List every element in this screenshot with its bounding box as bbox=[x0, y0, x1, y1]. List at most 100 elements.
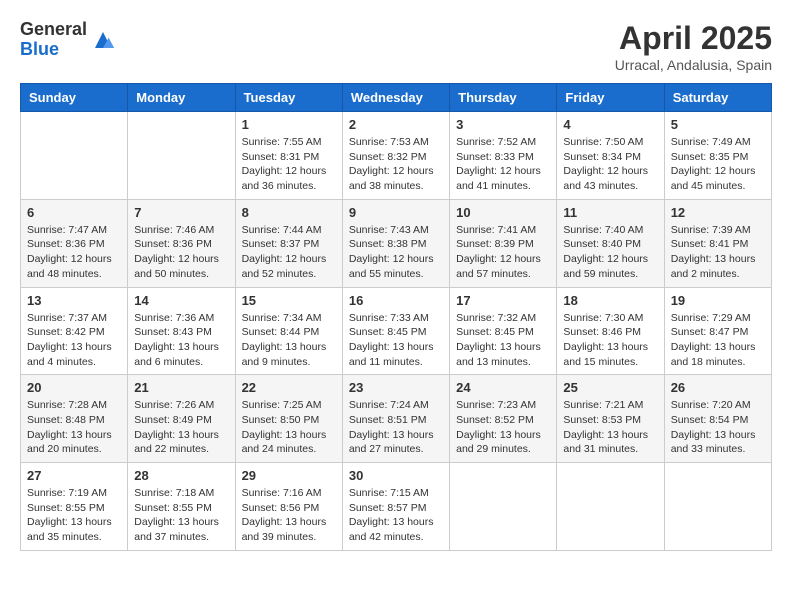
calendar-cell: 23Sunrise: 7:24 AM Sunset: 8:51 PM Dayli… bbox=[342, 375, 449, 463]
calendar-cell: 25Sunrise: 7:21 AM Sunset: 8:53 PM Dayli… bbox=[557, 375, 664, 463]
calendar-week-3: 13 Sunrise: 7:37 AM Sunset: 8:42 PM Dayli… bbox=[21, 287, 772, 375]
day-info: Sunrise: 7:47 AM Sunset: 8:36 PM Dayligh… bbox=[27, 223, 121, 282]
calendar-cell: 2 Sunrise: 7:53 AM Sunset: 8:32 PM Daylig… bbox=[342, 112, 449, 200]
calendar-cell: 11 Sunrise: 7:40 AM Sunset: 8:40 PM Dayli… bbox=[557, 199, 664, 287]
day-info: Sunrise: 7:49 AM Sunset: 8:35 PM Dayligh… bbox=[671, 135, 765, 194]
calendar-cell: 29 Sunrise: 7:16 AM Sunset: 8:56 PM Dayli… bbox=[235, 463, 342, 551]
calendar-cell: 16 Sunrise: 7:33 AM Sunset: 8:45 PM Dayli… bbox=[342, 287, 449, 375]
day-number: 4 bbox=[563, 117, 657, 132]
logo-icon bbox=[91, 28, 115, 52]
location: Urracal, Andalusia, Spain bbox=[615, 57, 772, 73]
day-info: Sunrise: 7:34 AM Sunset: 8:44 PM Dayligh… bbox=[242, 311, 336, 370]
calendar-cell: 15 Sunrise: 7:34 AM Sunset: 8:44 PM Dayli… bbox=[235, 287, 342, 375]
calendar-header-row: SundayMondayTuesdayWednesdayThursdayFrid… bbox=[21, 84, 772, 112]
calendar-cell bbox=[664, 463, 771, 551]
day-number: 2 bbox=[349, 117, 443, 132]
weekday-header-thursday: Thursday bbox=[450, 84, 557, 112]
day-info: Sunrise: 7:21 AM Sunset: 8:53 PM Dayligh… bbox=[563, 398, 657, 457]
calendar-cell bbox=[557, 463, 664, 551]
day-number: 12 bbox=[671, 205, 765, 220]
weekday-header-tuesday: Tuesday bbox=[235, 84, 342, 112]
day-number: 16 bbox=[349, 293, 443, 308]
logo: General Blue bbox=[20, 20, 115, 60]
day-info: Sunrise: 7:50 AM Sunset: 8:34 PM Dayligh… bbox=[563, 135, 657, 194]
day-info: Sunrise: 7:40 AM Sunset: 8:40 PM Dayligh… bbox=[563, 223, 657, 282]
day-info: Sunrise: 7:52 AM Sunset: 8:33 PM Dayligh… bbox=[456, 135, 550, 194]
calendar-cell: 30Sunrise: 7:15 AM Sunset: 8:57 PM Dayli… bbox=[342, 463, 449, 551]
page-header: General Blue April 2025 Urracal, Andalus… bbox=[20, 20, 772, 73]
day-number: 14 bbox=[134, 293, 228, 308]
day-info: Sunrise: 7:32 AM Sunset: 8:45 PM Dayligh… bbox=[456, 311, 550, 370]
day-number: 27 bbox=[27, 468, 121, 483]
day-info: Sunrise: 7:29 AM Sunset: 8:47 PM Dayligh… bbox=[671, 311, 765, 370]
day-info: Sunrise: 7:30 AM Sunset: 8:46 PM Dayligh… bbox=[563, 311, 657, 370]
calendar-cell bbox=[450, 463, 557, 551]
day-info: Sunrise: 7:39 AM Sunset: 8:41 PM Dayligh… bbox=[671, 223, 765, 282]
day-info: Sunrise: 7:25 AM Sunset: 8:50 PM Dayligh… bbox=[242, 398, 336, 457]
calendar-cell: 7Sunrise: 7:46 AM Sunset: 8:36 PM Daylig… bbox=[128, 199, 235, 287]
calendar-table: SundayMondayTuesdayWednesdayThursdayFrid… bbox=[20, 83, 772, 551]
day-info: Sunrise: 7:44 AM Sunset: 8:37 PM Dayligh… bbox=[242, 223, 336, 282]
day-info: Sunrise: 7:43 AM Sunset: 8:38 PM Dayligh… bbox=[349, 223, 443, 282]
day-number: 7 bbox=[134, 205, 228, 220]
day-info: Sunrise: 7:20 AM Sunset: 8:54 PM Dayligh… bbox=[671, 398, 765, 457]
calendar-week-4: 20 Sunrise: 7:28 AM Sunset: 8:48 PM Dayli… bbox=[21, 375, 772, 463]
day-number: 29 bbox=[242, 468, 336, 483]
logo-blue: Blue bbox=[20, 40, 87, 60]
day-number: 13 bbox=[27, 293, 121, 308]
calendar-week-2: 6 Sunrise: 7:47 AM Sunset: 8:36 PM Daylig… bbox=[21, 199, 772, 287]
day-number: 11 bbox=[563, 205, 657, 220]
calendar-cell: 24Sunrise: 7:23 AM Sunset: 8:52 PM Dayli… bbox=[450, 375, 557, 463]
calendar-cell: 27 Sunrise: 7:19 AM Sunset: 8:55 PM Dayli… bbox=[21, 463, 128, 551]
day-info: Sunrise: 7:37 AM Sunset: 8:42 PM Dayligh… bbox=[27, 311, 121, 370]
calendar-cell bbox=[128, 112, 235, 200]
calendar-cell: 14 Sunrise: 7:36 AM Sunset: 8:43 PM Dayli… bbox=[128, 287, 235, 375]
day-number: 10 bbox=[456, 205, 550, 220]
day-info: Sunrise: 7:36 AM Sunset: 8:43 PM Dayligh… bbox=[134, 311, 228, 370]
day-number: 3 bbox=[456, 117, 550, 132]
day-number: 1 bbox=[242, 117, 336, 132]
calendar-cell: 20 Sunrise: 7:28 AM Sunset: 8:48 PM Dayli… bbox=[21, 375, 128, 463]
day-number: 20 bbox=[27, 380, 121, 395]
weekday-header-monday: Monday bbox=[128, 84, 235, 112]
title-section: April 2025 Urracal, Andalusia, Spain bbox=[615, 20, 772, 73]
day-number: 9 bbox=[349, 205, 443, 220]
day-number: 6 bbox=[27, 205, 121, 220]
calendar-cell: 9 Sunrise: 7:43 AM Sunset: 8:38 PM Daylig… bbox=[342, 199, 449, 287]
day-info: Sunrise: 7:16 AM Sunset: 8:56 PM Dayligh… bbox=[242, 486, 336, 545]
day-number: 15 bbox=[242, 293, 336, 308]
day-info: Sunrise: 7:55 AM Sunset: 8:31 PM Dayligh… bbox=[242, 135, 336, 194]
calendar-cell: 1 Sunrise: 7:55 AM Sunset: 8:31 PM Daylig… bbox=[235, 112, 342, 200]
calendar-cell bbox=[21, 112, 128, 200]
calendar-cell: 3 Sunrise: 7:52 AM Sunset: 8:33 PM Daylig… bbox=[450, 112, 557, 200]
day-info: Sunrise: 7:18 AM Sunset: 8:55 PM Dayligh… bbox=[134, 486, 228, 545]
day-info: Sunrise: 7:28 AM Sunset: 8:48 PM Dayligh… bbox=[27, 398, 121, 457]
calendar-week-5: 27 Sunrise: 7:19 AM Sunset: 8:55 PM Dayli… bbox=[21, 463, 772, 551]
day-number: 17 bbox=[456, 293, 550, 308]
calendar-cell: 5Sunrise: 7:49 AM Sunset: 8:35 PM Daylig… bbox=[664, 112, 771, 200]
weekday-header-sunday: Sunday bbox=[21, 84, 128, 112]
day-info: Sunrise: 7:53 AM Sunset: 8:32 PM Dayligh… bbox=[349, 135, 443, 194]
weekday-header-friday: Friday bbox=[557, 84, 664, 112]
calendar-cell: 12 Sunrise: 7:39 AM Sunset: 8:41 PM Dayli… bbox=[664, 199, 771, 287]
calendar-cell: 28 Sunrise: 7:18 AM Sunset: 8:55 PM Dayli… bbox=[128, 463, 235, 551]
calendar-cell: 17 Sunrise: 7:32 AM Sunset: 8:45 PM Dayli… bbox=[450, 287, 557, 375]
day-number: 21 bbox=[134, 380, 228, 395]
day-info: Sunrise: 7:23 AM Sunset: 8:52 PM Dayligh… bbox=[456, 398, 550, 457]
day-number: 26 bbox=[671, 380, 765, 395]
month-title: April 2025 bbox=[615, 20, 772, 57]
day-info: Sunrise: 7:33 AM Sunset: 8:45 PM Dayligh… bbox=[349, 311, 443, 370]
calendar-cell: 4 Sunrise: 7:50 AM Sunset: 8:34 PM Daylig… bbox=[557, 112, 664, 200]
weekday-header-wednesday: Wednesday bbox=[342, 84, 449, 112]
day-number: 8 bbox=[242, 205, 336, 220]
calendar-cell: 18 Sunrise: 7:30 AM Sunset: 8:46 PM Dayli… bbox=[557, 287, 664, 375]
day-number: 23 bbox=[349, 380, 443, 395]
day-info: Sunrise: 7:26 AM Sunset: 8:49 PM Dayligh… bbox=[134, 398, 228, 457]
day-info: Sunrise: 7:15 AM Sunset: 8:57 PM Dayligh… bbox=[349, 486, 443, 545]
calendar-cell: 21 Sunrise: 7:26 AM Sunset: 8:49 PM Dayli… bbox=[128, 375, 235, 463]
day-number: 18 bbox=[563, 293, 657, 308]
day-info: Sunrise: 7:19 AM Sunset: 8:55 PM Dayligh… bbox=[27, 486, 121, 545]
calendar-cell: 6 Sunrise: 7:47 AM Sunset: 8:36 PM Daylig… bbox=[21, 199, 128, 287]
calendar-week-1: 1 Sunrise: 7:55 AM Sunset: 8:31 PM Daylig… bbox=[21, 112, 772, 200]
day-number: 28 bbox=[134, 468, 228, 483]
